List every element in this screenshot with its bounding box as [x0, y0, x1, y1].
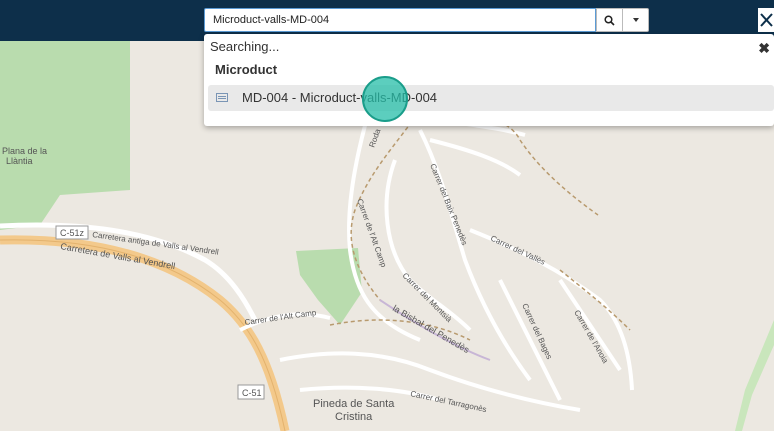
close-results-icon[interactable]: ✖ — [758, 40, 770, 57]
cursor-highlight — [362, 76, 408, 122]
svg-text:C-51: C-51 — [242, 388, 262, 398]
close-panel-button[interactable] — [758, 8, 774, 32]
close-icon — [760, 13, 773, 27]
table-icon — [216, 93, 228, 102]
road-shield-c51: C-51 — [237, 384, 265, 400]
search-status: Searching... — [210, 39, 280, 54]
search-input[interactable] — [205, 9, 595, 31]
place-label-llantia: Llàntia — [6, 156, 33, 166]
search-results-dropdown: Searching... ✖ Microduct MD-004 - Microd… — [204, 34, 774, 126]
svg-text:C-51z: C-51z — [60, 228, 85, 238]
place-label-pineda: Pineda de Santa — [313, 398, 395, 410]
place-label-plana: Plana de la — [2, 146, 47, 156]
place-label-cristina: Cristina — [335, 411, 373, 423]
results-group-title: Microduct — [215, 62, 278, 77]
search-result-item[interactable]: MD-004 - Microduct-valls-MD-004 — [208, 85, 774, 111]
search-input-wrapper[interactable] — [204, 8, 596, 32]
search-icon — [604, 14, 615, 26]
search-options-dropdown-button[interactable] — [622, 8, 649, 32]
search-button[interactable] — [596, 8, 623, 32]
road-shield-c51z: C-51z — [55, 225, 89, 240]
caret-down-icon — [632, 18, 639, 22]
